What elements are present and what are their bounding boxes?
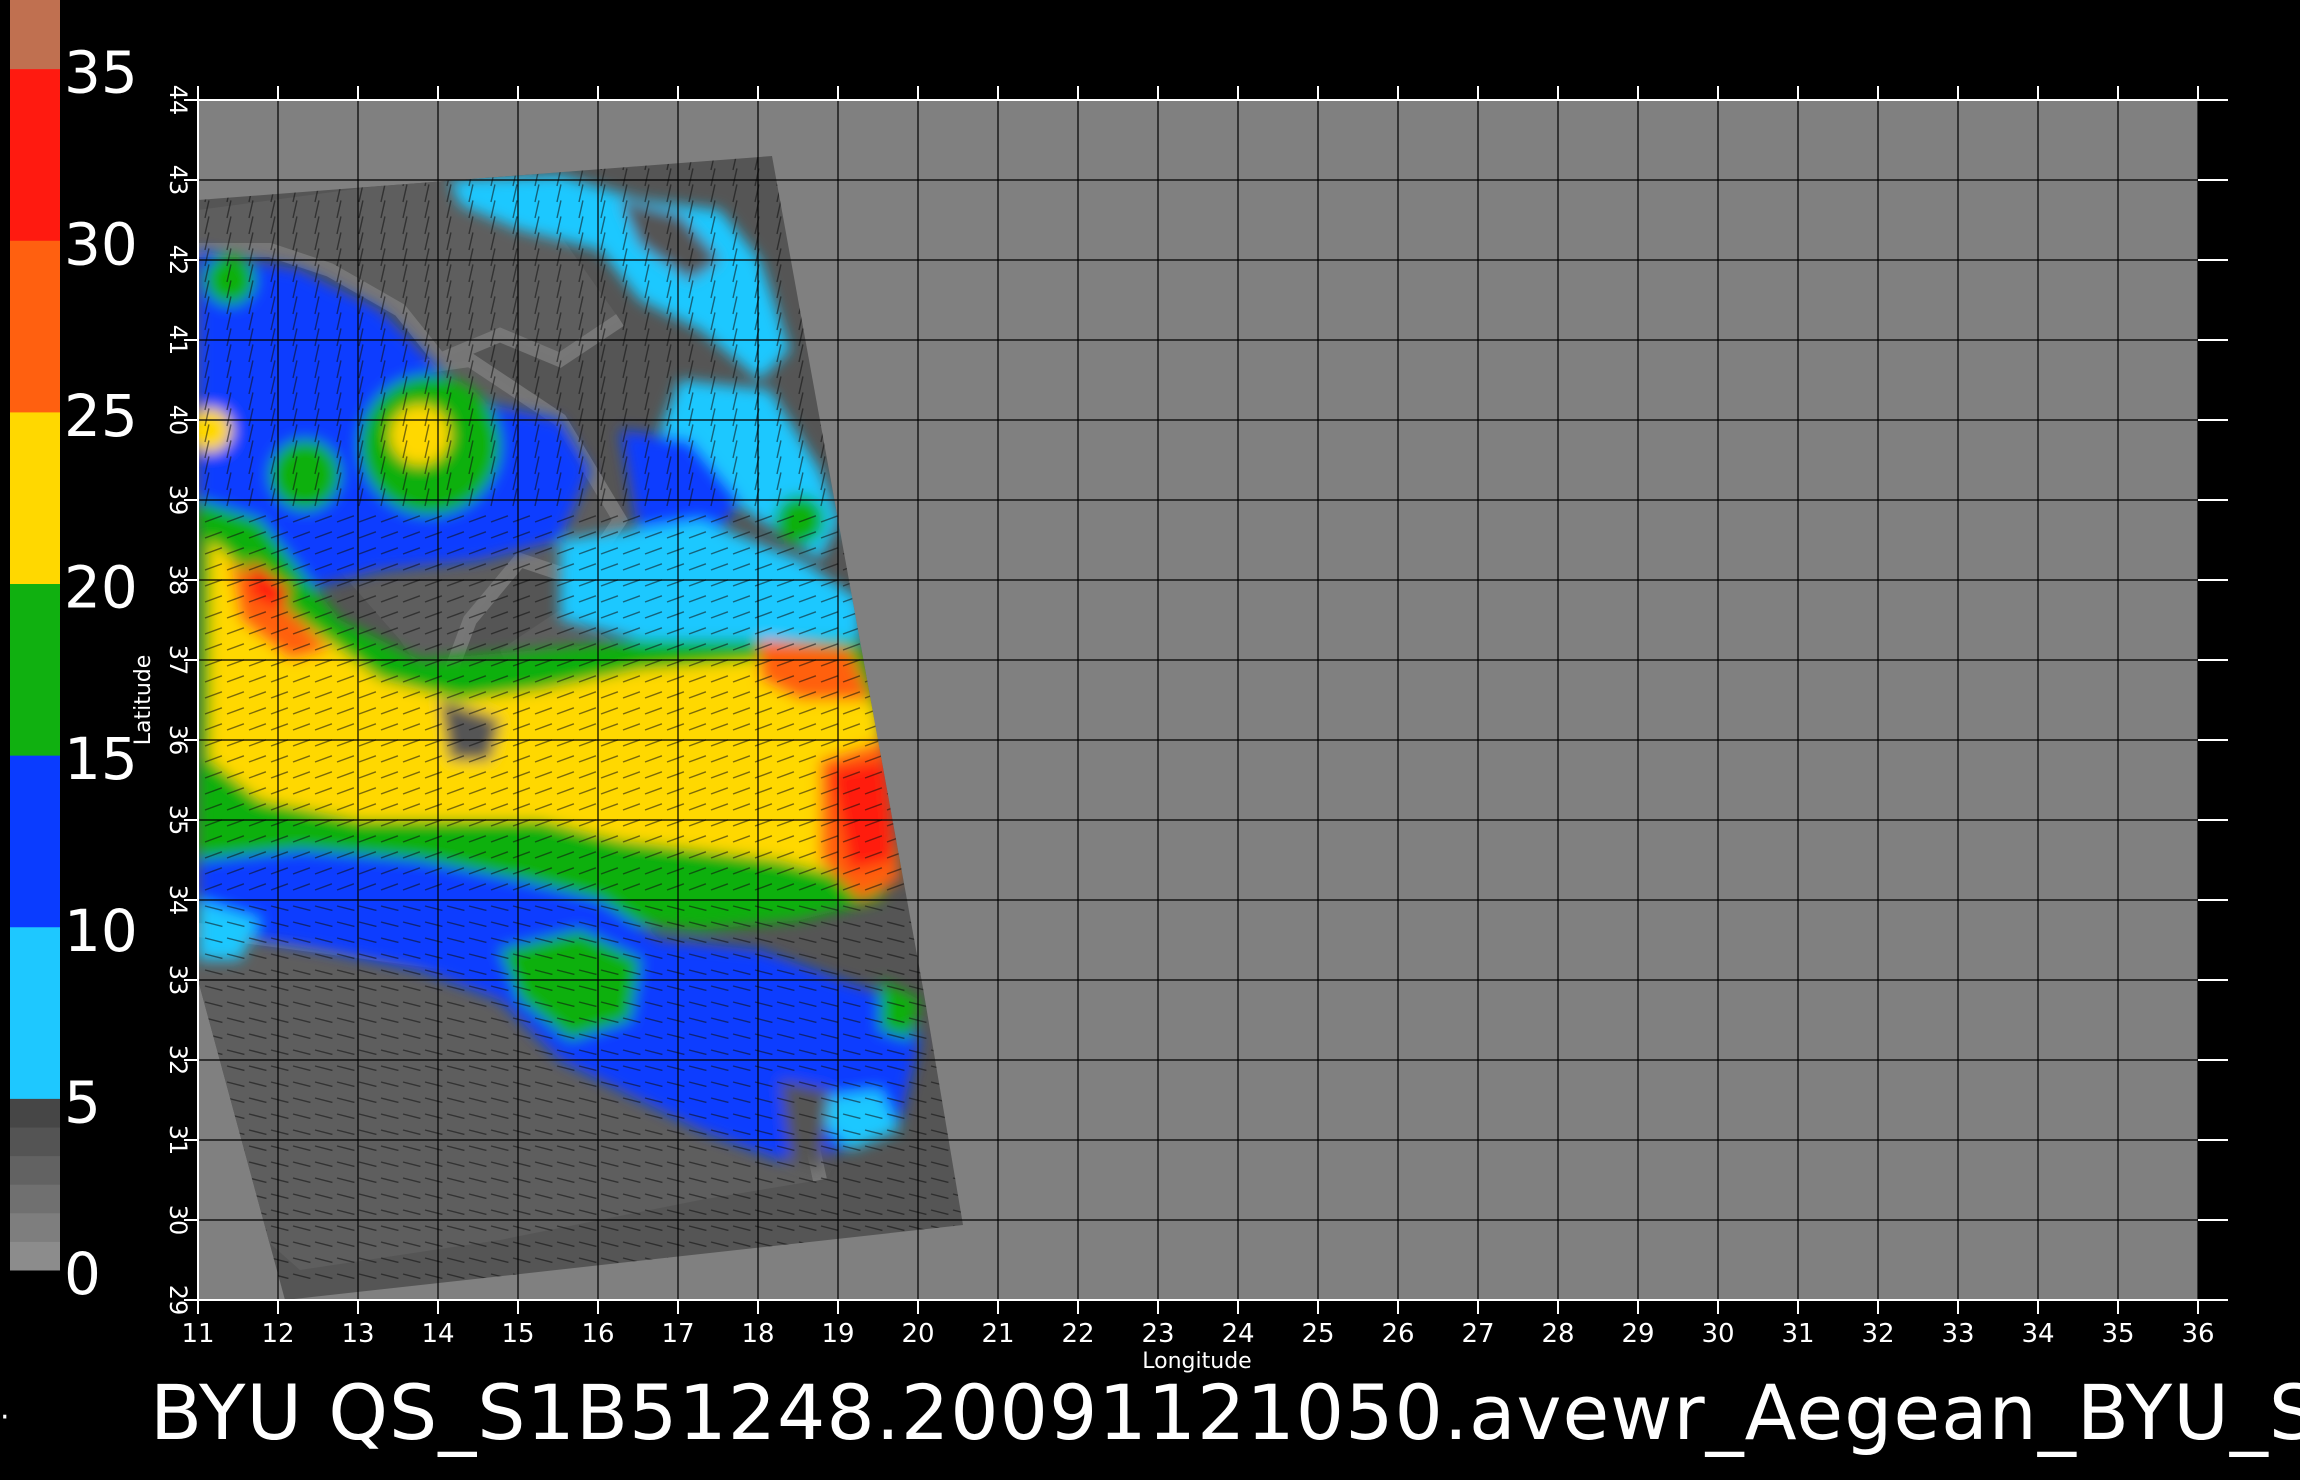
colorbar-segment	[10, 1098, 60, 1128]
longitude-tick-label: 27	[1461, 1319, 1494, 1349]
longitude-tick-label: 14	[421, 1319, 454, 1349]
image-title: BYU QS_S1B51248.20091121050.avewr_Aegean…	[150, 1368, 2300, 1457]
longitude-tick-label: 32	[1861, 1319, 1894, 1349]
longitude-tick-label: 33	[1941, 1319, 1974, 1349]
colorbar-label: 5	[64, 1068, 101, 1136]
latitude-tick-label: 41	[164, 325, 192, 356]
colorbar-label: 30	[64, 210, 138, 278]
latitude-tick-label: 38	[164, 565, 192, 596]
colorbar-segment	[10, 755, 60, 928]
longitude-tick-label: 16	[581, 1319, 614, 1349]
latitude-tick-label: 35	[164, 805, 192, 836]
longitude-tick-label: 18	[741, 1319, 774, 1349]
longitude-tick-label: 11	[181, 1319, 214, 1349]
latitude-tick-label: 43	[164, 165, 192, 196]
longitude-tick-label: 29	[1621, 1319, 1654, 1349]
longitude-tick-label: 35	[2101, 1319, 2134, 1349]
colorbar-segment	[10, 411, 60, 585]
latitude-tick-label: 37	[164, 645, 192, 676]
longitude-tick-label: 15	[501, 1319, 534, 1349]
longitude-tick-label: 25	[1301, 1319, 1334, 1349]
colorbar-segment	[10, 1155, 60, 1185]
colorbar-label: 15	[64, 725, 138, 793]
longitude-tick-label: 23	[1141, 1319, 1174, 1349]
map-area	[198, 100, 2198, 1300]
latitude-tick-label: 40	[164, 405, 192, 436]
latitude-tick-label: 42	[164, 245, 192, 276]
y-axis-label: Latitude	[131, 655, 156, 746]
longitude-tick-label: 20	[901, 1319, 934, 1349]
colorbar: 0 5 10 15 20 25 30 35	[10, 0, 138, 1308]
latitude-tick-label: 32	[164, 1045, 192, 1076]
longitude-tick-label: 22	[1061, 1319, 1094, 1349]
latitude-tick-label: 36	[164, 725, 192, 756]
longitude-tick-label: 17	[661, 1319, 694, 1349]
longitude-tick-label: 12	[261, 1319, 294, 1349]
longitude-tick-label: 36	[2181, 1319, 2214, 1349]
longitude-tick-label: 28	[1541, 1319, 1574, 1349]
colorbar-segment	[10, 1241, 60, 1271]
longitude-tick-label: 30	[1701, 1319, 1734, 1349]
longitude-tick-label: 26	[1381, 1319, 1414, 1349]
colorbar-label: 10	[64, 897, 138, 965]
colorbar-segment	[10, 68, 60, 241]
latitude-tick-label: 33	[164, 965, 192, 996]
latitude-tick-label: 30	[164, 1205, 192, 1236]
colorbar-segment	[10, 1212, 60, 1242]
latitude-tick-label: 44	[164, 85, 192, 116]
colorbar-segment	[10, 1126, 60, 1157]
edge-mark: ·	[0, 1400, 10, 1435]
colorbar-label: 20	[64, 554, 138, 622]
latitude-tick-label: 34	[164, 885, 192, 916]
colorbar-label: 25	[64, 382, 138, 450]
longitude-tick-label: 13	[341, 1319, 374, 1349]
colorbar-segment	[10, 240, 60, 413]
latitude-tick-label: 29	[164, 1285, 192, 1316]
longitude-tick-label: 34	[2021, 1319, 2054, 1349]
longitude-tick-label: 24	[1221, 1319, 1254, 1349]
wind-map-figure: 0 5 10 15 20 25 30 35 11 12 13 14 15 16 17 18 1…	[10, 0, 2228, 1374]
latitude-tick-label: 39	[164, 485, 192, 516]
latitude-tick-label: 31	[164, 1125, 192, 1156]
longitude-tick-label: 21	[981, 1319, 1014, 1349]
colorbar-segment	[10, 583, 60, 756]
colorbar-label: 35	[64, 39, 138, 107]
longitude-tick-label: 19	[821, 1319, 854, 1349]
longitude-tick-label: 31	[1781, 1319, 1814, 1349]
colorbar-segment	[10, 0, 60, 70]
colorbar-segment	[10, 926, 60, 1099]
colorbar-label: 0	[64, 1240, 101, 1308]
colorbar-segment	[10, 1184, 60, 1214]
